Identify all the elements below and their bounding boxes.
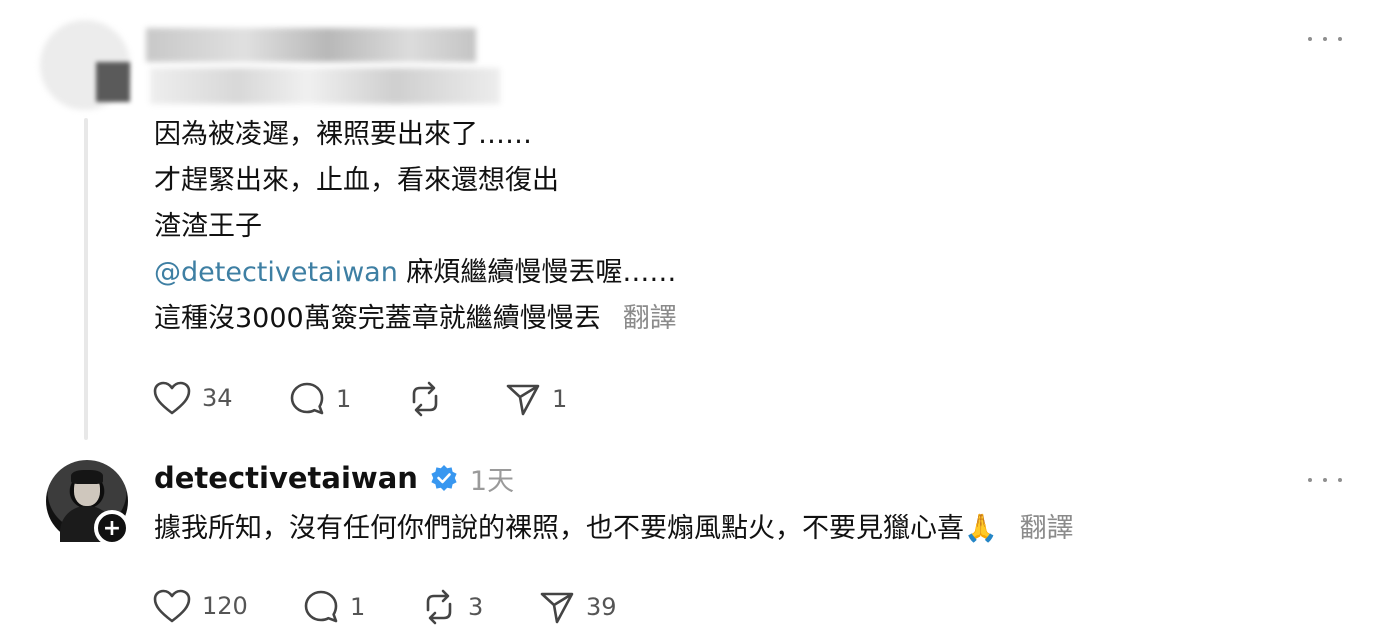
timestamp: 1天 bbox=[469, 465, 515, 497]
comment-body: 因為被凌遲，裸照要出來了…… 才趕緊出來，止血，看來還想復出 渣渣王子 @det… bbox=[154, 112, 677, 342]
like-count: 34 bbox=[202, 384, 233, 412]
reply-comment-button[interactable]: 1 bbox=[302, 588, 365, 626]
translate-button[interactable]: 翻譯 bbox=[623, 303, 677, 334]
share-button[interactable]: 1 bbox=[504, 380, 567, 418]
reply-like-button[interactable]: 120 bbox=[152, 588, 248, 624]
avatar-hair bbox=[71, 470, 103, 484]
blurred-username bbox=[146, 28, 476, 62]
comment-mention-line: @detectivetaiwan 麻煩繼續慢慢丟喔…… bbox=[154, 250, 677, 296]
reply-repost-button[interactable]: 3 bbox=[420, 588, 483, 626]
reply-body: 據我所知，沒有任何你們說的裸照，也不要煽風點火，不要見獵心喜🙏 翻譯 bbox=[154, 506, 1074, 552]
reply-like-count: 120 bbox=[202, 592, 248, 620]
reply-count: 1 bbox=[336, 385, 352, 413]
repost-button[interactable] bbox=[406, 380, 444, 418]
repost-icon bbox=[426, 589, 452, 625]
reply-header: detectivetaiwan 1天 bbox=[154, 458, 514, 498]
blurred-avatar-mark bbox=[96, 62, 130, 102]
verified-badge-icon bbox=[431, 465, 457, 491]
like-button[interactable]: 34 bbox=[152, 380, 233, 416]
mention-link[interactable]: @detectivetaiwan bbox=[154, 257, 398, 288]
comment-last-line: 這種沒3000萬簽完蓋章就繼續慢慢丟 bbox=[154, 303, 601, 334]
comment-icon bbox=[290, 382, 324, 415]
repost-icon bbox=[412, 381, 438, 417]
username[interactable]: detectivetaiwan bbox=[154, 461, 418, 495]
blurred-meta bbox=[150, 68, 500, 104]
reply-more-options-button[interactable] bbox=[1308, 472, 1342, 488]
thread-line bbox=[84, 118, 88, 440]
comment-line: 才趕緊出來，止血，看來還想復出 bbox=[154, 165, 559, 196]
send-icon bbox=[506, 384, 540, 416]
share-count: 1 bbox=[552, 385, 568, 413]
send-icon bbox=[540, 592, 574, 624]
comment-line: 因為被凌遲，裸照要出來了…… bbox=[154, 119, 532, 150]
heart-icon bbox=[153, 589, 191, 623]
follow-plus-button[interactable]: + bbox=[94, 510, 130, 546]
reply-repost-count: 3 bbox=[468, 593, 484, 621]
heart-icon bbox=[153, 381, 191, 415]
comment-line: 渣渣王子 bbox=[154, 211, 262, 242]
reply-button[interactable]: 1 bbox=[288, 380, 351, 418]
comment-line: 這種沒3000萬簽完蓋章就繼續慢慢丟 翻譯 bbox=[154, 296, 677, 342]
reply-translate-button[interactable]: 翻譯 bbox=[1020, 513, 1074, 544]
mention-rest: 麻煩繼續慢慢丟喔…… bbox=[397, 257, 677, 288]
reply-text: 據我所知，沒有任何你們說的裸照，也不要煽風點火，不要見獵心喜🙏 bbox=[154, 513, 998, 544]
more-options-button[interactable] bbox=[1308, 31, 1342, 47]
comment-icon bbox=[304, 590, 338, 623]
reply-comment-count: 1 bbox=[350, 593, 366, 621]
reply-share-button[interactable]: 39 bbox=[538, 588, 617, 626]
reply-share-count: 39 bbox=[586, 593, 617, 621]
